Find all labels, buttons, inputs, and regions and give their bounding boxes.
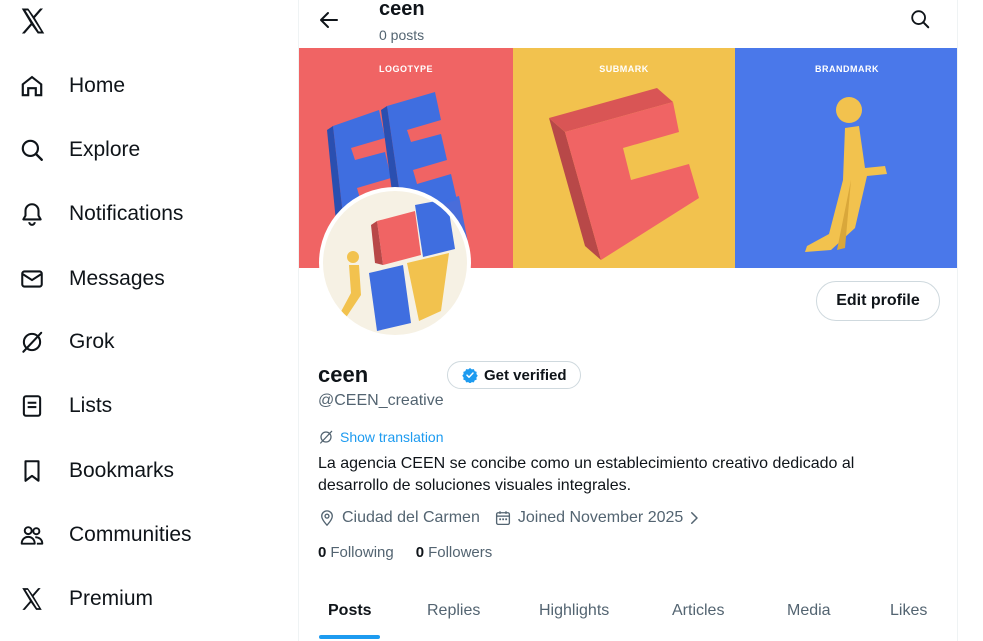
x-logo-icon (18, 585, 46, 613)
envelope-icon (18, 265, 46, 293)
people-icon (18, 521, 46, 549)
profile-handle: @CEEN_creative (318, 392, 444, 409)
sidebar-item-notifications[interactable]: Notifications (18, 194, 183, 234)
show-translation-link[interactable]: Show translation (318, 429, 444, 445)
sidebar-item-home[interactable]: Home (18, 66, 125, 106)
tab-media[interactable]: Media (787, 602, 831, 620)
tab-posts[interactable]: Posts (328, 602, 372, 620)
banner-panel-brandmark: BRANDMARK (735, 48, 957, 268)
edit-profile-button[interactable]: Edit profile (816, 281, 940, 321)
sidebar-item-label: Messages (69, 267, 165, 290)
sidebar-item-messages[interactable]: Messages (18, 259, 165, 299)
sidebar-item-label: Lists (69, 394, 113, 417)
profile-joined-date: Joined November 2025 (517, 509, 684, 526)
bell-icon (18, 200, 46, 228)
list-icon (18, 392, 46, 420)
tab-articles[interactable]: Articles (672, 602, 724, 620)
home-icon (18, 72, 46, 100)
sidebar-item-grok[interactable]: Grok (18, 322, 115, 362)
tab-replies[interactable]: Replies (427, 602, 480, 620)
profile-column: ceen 0 posts LOGOTYPE SUBMARK BRANDMARK … (298, 0, 958, 641)
profile-display-name: ceen (318, 362, 369, 387)
submark-artwork (549, 88, 699, 260)
search-icon (18, 136, 46, 164)
profile-header-bar: ceen 0 posts (299, 0, 957, 48)
show-translation-label: Show translation (340, 429, 444, 445)
banner-panel-title: SUBMARK (599, 64, 649, 74)
sidebar-item-label: Communities (69, 523, 192, 546)
followers-label: Followers (428, 544, 493, 561)
sidebar-item-lists[interactable]: Lists (18, 386, 112, 426)
sidebar: Home Explore Notifications Messages Grok… (0, 0, 298, 641)
sidebar-item-label: Home (69, 74, 126, 97)
sidebar-item-premium[interactable]: Premium (18, 579, 153, 619)
following-label: Following (330, 544, 394, 561)
search-icon[interactable] (909, 8, 931, 30)
sidebar-item-bookmarks[interactable]: Bookmarks (18, 451, 174, 491)
brandmark-artwork (805, 97, 887, 252)
get-verified-label: Get verified (484, 366, 567, 384)
profile-avatar[interactable] (319, 187, 471, 339)
banner-panel-title: LOGOTYPE (378, 64, 433, 74)
sidebar-item-communities[interactable]: Communities (18, 515, 192, 555)
follow-stats: 0 Following 0 Followers (318, 544, 492, 561)
get-verified-button[interactable]: Get verified (447, 361, 581, 389)
followers-link[interactable]: 0 Followers (416, 544, 493, 561)
profile-location: Ciudad del Carmen (342, 509, 480, 526)
banner-panel-submark: SUBMARK (513, 48, 735, 268)
active-tab-indicator (319, 635, 380, 639)
sidebar-item-label: Explore (69, 138, 141, 161)
tab-highlights[interactable]: Highlights (539, 602, 609, 620)
avatar-image (323, 191, 467, 335)
verified-badge-icon (462, 368, 478, 383)
tab-likes[interactable]: Likes (890, 602, 927, 620)
x-logo-icon[interactable] (18, 6, 48, 36)
location-pin-icon (321, 510, 333, 527)
sidebar-item-label: Premium (69, 587, 154, 610)
following-link[interactable]: 0 Following (318, 544, 394, 561)
following-count: 0 (318, 544, 327, 561)
sidebar-item-label: Bookmarks (69, 459, 175, 482)
header-post-count: 0 posts (379, 27, 425, 43)
grok-icon (18, 328, 46, 356)
profile-bio: La agencia CEEN se concibe como un estab… (318, 455, 855, 494)
sidebar-item-label: Notifications (69, 202, 184, 225)
profile-meta: Ciudad del Carmen Joined November 2025 (318, 509, 703, 527)
grok-icon (320, 430, 333, 444)
back-arrow-icon[interactable] (317, 8, 341, 32)
sidebar-item-label: Grok (69, 330, 115, 353)
header-profile-name: ceen (379, 0, 425, 20)
bookmark-icon (18, 457, 46, 485)
sidebar-item-explore[interactable]: Explore (18, 130, 140, 170)
calendar-icon (495, 511, 510, 526)
profile-tabs: Posts Replies Highlights Articles Media … (299, 590, 957, 641)
followers-count: 0 (415, 544, 425, 561)
chevron-right-icon[interactable] (685, 509, 703, 527)
banner-panel-title: BRANDMARK (815, 64, 879, 74)
